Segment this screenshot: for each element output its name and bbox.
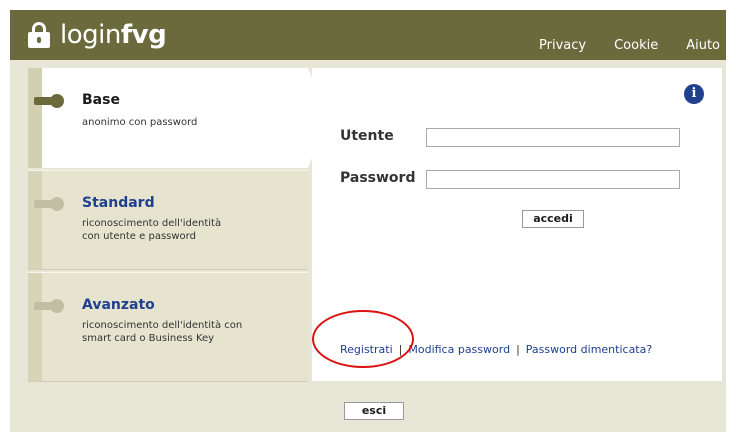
change-password-link[interactable]: Modifica password [408,343,510,356]
forgot-password-link[interactable]: Password dimenticata? [526,343,652,356]
login-panel: i Utente Password accedi Registrati | Modi… [312,68,722,381]
password-input[interactable] [426,170,680,189]
key-icon [34,299,72,313]
login-button[interactable]: accedi [522,210,584,228]
tab-standard-title: Standard [82,195,155,211]
user-input[interactable] [426,128,680,147]
tab-standard-desc-line1: riconoscimento dell'identità [82,218,222,229]
logo[interactable]: loginfvg [28,18,167,52]
brand-bold: fvg [120,20,167,50]
tab-avanzato-desc-line2: smart card o Business Key [82,333,215,344]
key-icon [34,94,72,108]
tab-standard-desc-line2: con utente e password [82,231,196,242]
tab-stripe [28,273,42,381]
separator: | [516,343,520,356]
tab-standard[interactable]: Standard riconoscimento dell'identità co… [28,170,308,270]
nav-cookie-link[interactable]: Cookie [614,38,658,53]
tab-base[interactable]: Base anonimo con password [28,68,328,168]
page-frame: loginfvg Privacy Cookie Aiuto Base anoni… [10,10,726,432]
exit-button[interactable]: esci [344,402,404,420]
register-link[interactable]: Registrati [340,343,393,356]
separator: | [398,343,403,356]
top-nav: Privacy Cookie Aiuto [511,38,720,53]
tab-avanzato-desc-line1: riconoscimento dell'identità con [82,320,243,331]
header-bar: loginfvg Privacy Cookie Aiuto [10,10,726,60]
tab-stripe [28,68,42,168]
nav-privacy-link[interactable]: Privacy [539,38,586,53]
brand-name: loginfvg [60,20,167,50]
tab-stripe [28,171,42,269]
user-label: Utente [340,128,394,144]
nav-help-link[interactable]: Aiuto [686,38,720,53]
brand-light: login [60,20,121,50]
tab-avanzato[interactable]: Avanzato riconoscimento dell'identità co… [28,272,308,382]
password-label: Password [340,170,416,186]
tab-avanzato-title: Avanzato [82,297,155,313]
tab-base-title: Base [82,92,120,108]
lock-icon [28,22,50,48]
info-icon[interactable]: i [684,84,704,104]
key-icon [34,197,72,211]
account-links: Registrati | Modifica password | Password di… [340,343,652,356]
tab-base-desc: anonimo con password [82,117,198,128]
